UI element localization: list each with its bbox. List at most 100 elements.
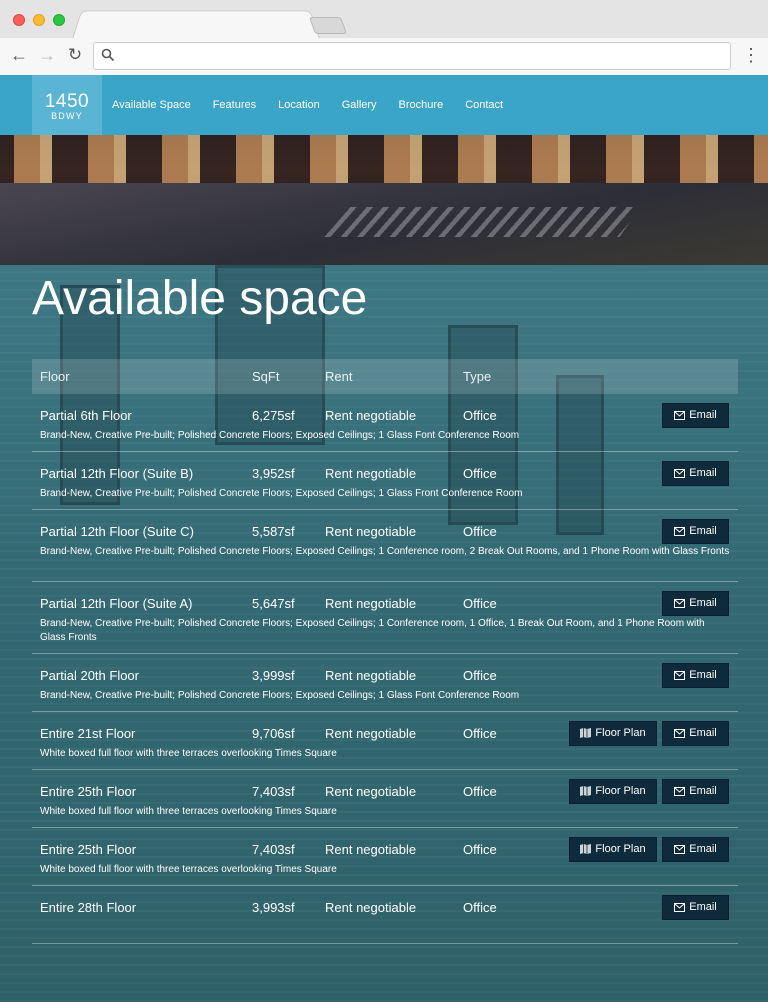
email-button[interactable]: Email bbox=[662, 591, 729, 616]
row-type: Office bbox=[463, 784, 497, 799]
email-button[interactable]: Email bbox=[662, 721, 729, 746]
email-button[interactable]: Email bbox=[662, 779, 729, 804]
browser-menu-icon[interactable]: ⋮ bbox=[742, 44, 760, 66]
row-type: Office bbox=[463, 842, 497, 857]
row-floor: Partial 12th Floor (Suite B) bbox=[40, 466, 194, 481]
browser-toolbar: ← → ↻ ⋮ bbox=[0, 38, 768, 75]
map-icon bbox=[580, 728, 592, 738]
row-sqft: 7,403sf bbox=[252, 784, 295, 799]
row-rent: Rent negotiable bbox=[325, 466, 417, 481]
row-floor: Partial 6th Floor bbox=[40, 408, 132, 423]
row-rent: Rent negotiable bbox=[325, 668, 417, 683]
maximize-window-button[interactable] bbox=[53, 14, 65, 26]
envelope-icon bbox=[674, 671, 686, 680]
minimize-window-button[interactable] bbox=[33, 14, 45, 26]
site-navbar: 1450 BDWY Available Space Features Locat… bbox=[0, 75, 768, 135]
close-window-button[interactable] bbox=[13, 14, 25, 26]
row-description: Brand-New, Creative Pre-built; Polished … bbox=[40, 430, 520, 441]
row-description: Brand-New, Creative Pre-built; Polished … bbox=[40, 690, 520, 701]
email-button[interactable]: Email bbox=[662, 461, 729, 486]
floor-plan-button-label: Floor Plan bbox=[595, 843, 646, 855]
row-description: Brand-New, Creative Pre-built; Polished … bbox=[40, 546, 730, 557]
table-row: Partial 12th Floor (Suite A) 5,647sf Rent … bbox=[32, 582, 738, 654]
row-type: Office bbox=[463, 900, 497, 915]
nav-location[interactable]: Location bbox=[278, 75, 320, 135]
email-button-label: Email bbox=[689, 409, 717, 421]
browser-tab-active[interactable] bbox=[72, 10, 320, 39]
email-button[interactable]: Email bbox=[662, 895, 729, 920]
row-floor: Entire 25th Floor bbox=[40, 842, 137, 857]
row-floor: Entire 21st Floor bbox=[40, 726, 136, 741]
nav-contact[interactable]: Contact bbox=[465, 75, 503, 135]
crosswalk bbox=[319, 207, 641, 237]
map-icon bbox=[580, 844, 592, 854]
back-arrow-icon[interactable]: ← bbox=[8, 44, 30, 66]
row-sqft: 9,706sf bbox=[252, 726, 295, 741]
floor-plan-button[interactable]: Floor Plan bbox=[569, 837, 657, 862]
row-sqft: 5,647sf bbox=[252, 596, 295, 611]
email-button-label: Email bbox=[689, 597, 717, 609]
row-description: White boxed full floor with three terrac… bbox=[40, 864, 337, 875]
floor-plan-button-label: Floor Plan bbox=[595, 727, 646, 739]
row-sqft: 3,952sf bbox=[252, 466, 295, 481]
envelope-icon bbox=[674, 411, 686, 420]
email-button[interactable]: Email bbox=[662, 403, 729, 428]
row-rent: Rent negotiable bbox=[325, 408, 417, 423]
nav-brochure[interactable]: Brochure bbox=[399, 75, 444, 135]
table-body: Partial 6th Floor 6,275sf Rent negotiable O… bbox=[32, 394, 738, 944]
forward-arrow-icon[interactable]: → bbox=[36, 44, 58, 66]
header-floor: Floor bbox=[40, 369, 70, 384]
envelope-icon bbox=[674, 599, 686, 608]
envelope-icon bbox=[674, 729, 686, 738]
email-button[interactable]: Email bbox=[662, 837, 729, 862]
floor-plan-button[interactable]: Floor Plan bbox=[569, 779, 657, 804]
row-rent: Rent negotiable bbox=[325, 900, 417, 915]
nav-available-space[interactable]: Available Space bbox=[112, 75, 191, 135]
row-sqft: 6,275sf bbox=[252, 408, 295, 423]
page-title: Available space bbox=[32, 272, 368, 325]
search-icon bbox=[101, 48, 115, 62]
available-space-table: Floor SqFt Rent Type Partial 6th Floor 6,… bbox=[32, 359, 738, 944]
row-type: Office bbox=[463, 466, 497, 481]
row-type: Office bbox=[463, 596, 497, 611]
row-type: Office bbox=[463, 726, 497, 741]
reload-icon[interactable]: ↻ bbox=[64, 44, 86, 66]
row-floor: Partial 12th Floor (Suite A) bbox=[40, 596, 193, 611]
email-button-label: Email bbox=[689, 843, 717, 855]
nav-gallery[interactable]: Gallery bbox=[342, 75, 377, 135]
address-bar[interactable] bbox=[93, 42, 731, 70]
envelope-icon bbox=[674, 527, 686, 536]
email-button-label: Email bbox=[689, 785, 717, 797]
tab-strip bbox=[0, 0, 768, 39]
header-rent: Rent bbox=[325, 369, 353, 384]
table-row: Entire 28th Floor 3,993sf Rent negotiable O… bbox=[32, 886, 738, 944]
row-sqft: 5,587sf bbox=[252, 524, 295, 539]
row-floor: Entire 25th Floor bbox=[40, 784, 137, 799]
main-menu: Available Space Features Location Galler… bbox=[112, 75, 525, 135]
table-row: Partial 6th Floor 6,275sf Rent negotiable O… bbox=[32, 394, 738, 452]
row-rent: Rent negotiable bbox=[325, 596, 417, 611]
hero-street-photo bbox=[0, 135, 768, 265]
floor-plan-button[interactable]: Floor Plan bbox=[569, 721, 657, 746]
row-description: Brand-New, Creative Pre-built; Polished … bbox=[40, 618, 705, 643]
browser-chrome: ← → ↻ ⋮ bbox=[0, 0, 768, 75]
row-type: Office bbox=[463, 524, 497, 539]
table-row: Entire 21st Floor 9,706sf Rent negotiable O… bbox=[32, 712, 738, 770]
row-sqft: 7,403sf bbox=[252, 842, 295, 857]
row-rent: Rent negotiable bbox=[325, 524, 417, 539]
row-type: Office bbox=[463, 408, 497, 423]
nav-features[interactable]: Features bbox=[213, 75, 256, 135]
row-floor: Partial 12th Floor (Suite C) bbox=[40, 524, 194, 539]
row-floor: Entire 28th Floor bbox=[40, 900, 137, 915]
row-description: White boxed full floor with three terrac… bbox=[40, 806, 337, 817]
email-button-label: Email bbox=[689, 669, 717, 681]
new-tab-button[interactable] bbox=[308, 17, 348, 34]
header-type: Type bbox=[463, 369, 492, 384]
envelope-icon bbox=[674, 469, 686, 478]
table-header: Floor SqFt Rent Type bbox=[32, 359, 738, 394]
email-button[interactable]: Email bbox=[662, 663, 729, 688]
envelope-icon bbox=[674, 787, 686, 796]
envelope-icon bbox=[674, 845, 686, 854]
email-button[interactable]: Email bbox=[662, 519, 729, 544]
site-logo[interactable]: 1450 BDWY bbox=[32, 75, 102, 135]
